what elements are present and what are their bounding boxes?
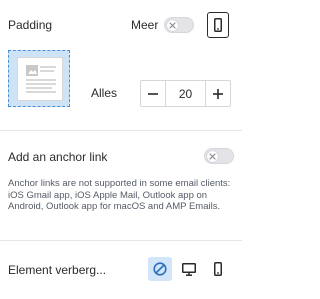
image-placeholder-icon — [26, 65, 56, 93]
padding-value[interactable]: 20 — [165, 81, 206, 106]
more-toggle[interactable] — [164, 17, 194, 33]
hide-desktop-button[interactable] — [177, 257, 201, 281]
minus-icon — [148, 92, 158, 95]
padding-preview[interactable] — [8, 50, 70, 107]
hide-element-title: Element verberg... — [8, 263, 107, 277]
toggle-knob — [167, 20, 178, 31]
mobile-icon — [214, 18, 222, 32]
anchor-link-note: Anchor links are not supported in some e… — [8, 178, 231, 212]
anchor-link-title: Add an anchor link — [8, 150, 108, 164]
close-icon — [169, 22, 176, 29]
hide-none-button[interactable] — [148, 257, 172, 281]
hide-none-icon — [153, 262, 167, 276]
anchor-link-toggle[interactable] — [204, 148, 234, 164]
padding-title: Padding — [8, 18, 53, 32]
decrement-button[interactable] — [141, 81, 165, 106]
plus-icon — [213, 88, 223, 99]
toggle-knob — [207, 151, 218, 162]
divider — [0, 130, 242, 131]
all-label: Alles — [91, 86, 118, 100]
increment-button[interactable] — [206, 81, 230, 106]
padding-stepper[interactable]: 20 — [140, 80, 231, 107]
hide-mobile-button[interactable] — [206, 257, 230, 281]
desktop-icon — [182, 262, 196, 276]
divider — [0, 240, 242, 241]
mobile-icon — [214, 262, 222, 276]
preview-document — [17, 57, 63, 101]
close-icon — [209, 153, 216, 160]
mobile-device-button[interactable] — [207, 12, 229, 38]
more-label: Meer — [131, 18, 159, 32]
